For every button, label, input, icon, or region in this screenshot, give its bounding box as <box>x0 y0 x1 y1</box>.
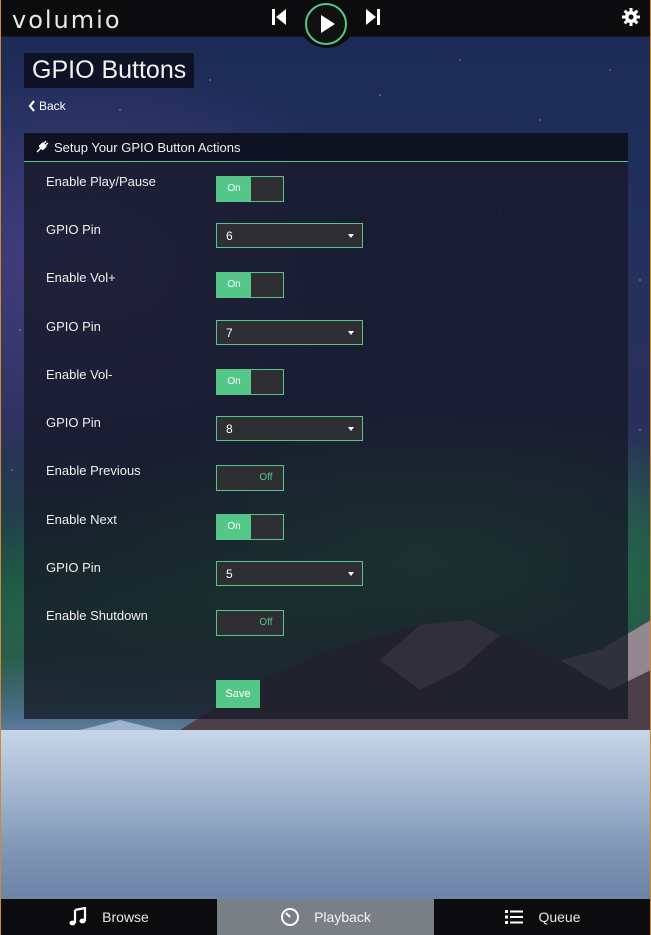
next-pin-select[interactable]: 5 <box>216 561 363 586</box>
setting-label: Enable Vol- <box>46 367 113 382</box>
plug-icon <box>36 140 49 153</box>
caret-down-icon <box>348 234 354 238</box>
caret-down-icon <box>348 427 354 431</box>
setting-label: Enable Next <box>46 512 117 527</box>
nav-playback[interactable]: Playback <box>217 899 434 935</box>
setting-label: Enable Vol+ <box>46 270 116 285</box>
setting-row-next: Enable Next On <box>24 512 628 542</box>
setting-label: GPIO Pin <box>46 415 101 430</box>
nav-queue[interactable]: Queue <box>434 899 651 935</box>
toggle-state: On <box>217 370 251 394</box>
back-link[interactable]: Back <box>28 99 66 113</box>
previous-toggle[interactable]: Off <box>216 465 284 491</box>
nav-browse[interactable]: Browse <box>0 899 217 935</box>
setting-row-shutdown: Enable Shutdown Off <box>24 608 628 638</box>
music-note-icon <box>69 907 87 926</box>
setting-row-next-pin: GPIO Pin 5 <box>24 560 628 590</box>
select-value: 5 <box>226 567 233 581</box>
vol-down-pin-select[interactable]: 8 <box>216 416 363 441</box>
vol-down-toggle[interactable]: On <box>216 369 284 395</box>
skip-forward-icon[interactable] <box>364 7 382 27</box>
toggle-state: On <box>217 273 251 297</box>
caret-down-icon <box>348 572 354 576</box>
setting-row-vol-down: Enable Vol- On <box>24 367 628 397</box>
panel-heading: Setup Your GPIO Button Actions <box>54 139 241 155</box>
toggle-state: Off <box>259 472 273 483</box>
setting-label: GPIO Pin <box>46 560 101 575</box>
setting-row-previous: Enable Previous Off <box>24 463 628 493</box>
volumio-logo: volumio <box>12 6 122 34</box>
save-button[interactable]: Save <box>216 680 260 708</box>
setting-row-vol-up: Enable Vol+ On <box>24 270 628 300</box>
panel-header: Setup Your GPIO Button Actions <box>24 133 628 162</box>
vol-up-toggle[interactable]: On <box>216 272 284 298</box>
setting-label: GPIO Pin <box>46 222 101 237</box>
nav-label: Queue <box>538 909 581 925</box>
chevron-left-icon <box>28 100 35 112</box>
next-toggle[interactable]: On <box>216 514 284 540</box>
toggle-state: On <box>217 177 251 201</box>
vol-up-pin-select[interactable]: 7 <box>216 320 363 345</box>
setting-label: GPIO Pin <box>46 319 101 334</box>
nav-label: Playback <box>314 909 371 925</box>
snow-foreground <box>0 730 651 900</box>
setting-label: Enable Play/Pause <box>46 174 156 189</box>
setting-row-vol-down-pin: GPIO Pin 8 <box>24 415 628 445</box>
bottom-nav: Browse Playback Queue <box>0 899 651 935</box>
setting-label: Enable Shutdown <box>46 608 148 623</box>
setting-row-play-pause: Enable Play/Pause On <box>24 174 628 204</box>
back-label: Back <box>39 99 66 113</box>
play-pause-pin-select[interactable]: 6 <box>216 223 363 248</box>
select-value: 7 <box>226 326 233 340</box>
nav-label: Browse <box>102 909 149 925</box>
toggle-state: On <box>217 515 251 539</box>
caret-down-icon <box>348 331 354 335</box>
clock-dial-icon <box>281 908 300 926</box>
setting-row-vol-up-pin: GPIO Pin 7 <box>24 319 628 349</box>
list-icon <box>505 910 524 924</box>
shutdown-toggle[interactable]: Off <box>216 610 284 636</box>
play-icon <box>321 15 335 33</box>
top-bar: volumio <box>0 0 651 48</box>
play-pause-toggle[interactable]: On <box>216 176 284 202</box>
gear-icon[interactable] <box>621 7 641 27</box>
setting-row-play-pause-pin: GPIO Pin 6 <box>24 222 628 252</box>
gpio-settings-panel: Setup Your GPIO Button Actions Enable Pl… <box>24 133 628 719</box>
play-button[interactable] <box>305 3 347 45</box>
select-value: 8 <box>226 422 233 436</box>
setting-label: Enable Previous <box>46 463 141 478</box>
page-title: GPIO Buttons <box>24 53 195 88</box>
select-value: 6 <box>226 229 233 243</box>
toggle-state: Off <box>259 617 273 628</box>
skip-back-icon[interactable] <box>270 7 288 27</box>
